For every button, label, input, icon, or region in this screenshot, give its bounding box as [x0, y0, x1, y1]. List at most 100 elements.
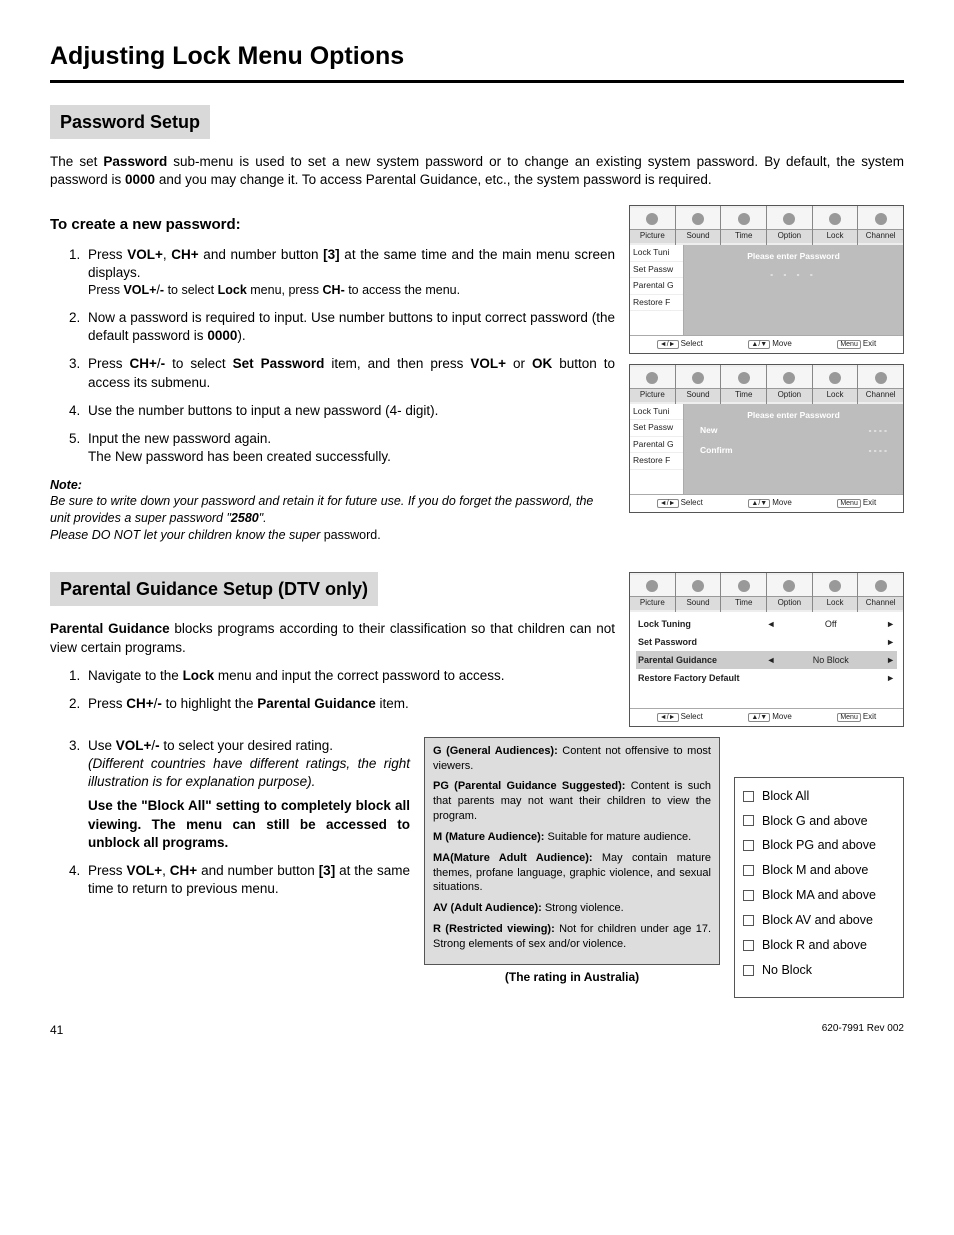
- list-item: Use VOL+/- to select your desired rating…: [84, 737, 410, 852]
- doc-id: 620-7991 Rev 002: [822, 1022, 904, 1038]
- text: Please DO NOT let your children know the…: [50, 528, 324, 542]
- parental-steps: Navigate to the Lock menu and input the …: [50, 667, 615, 713]
- text: ).: [237, 328, 245, 343]
- tv-tab-channel: Channel: [858, 206, 903, 245]
- text: and number button: [199, 247, 324, 262]
- section-password-setup: Password Setup: [50, 105, 210, 139]
- list-item: Press VOL+, CH+ and number button [3] at…: [84, 246, 615, 299]
- tab-icon: [721, 367, 766, 389]
- tab-icon: [721, 208, 766, 230]
- tv-tab-picture: Picture: [630, 365, 676, 404]
- text-bold: VOL+: [123, 283, 156, 297]
- tv-menu-row: Lock Tuning◄Off►: [636, 615, 897, 633]
- tv-tab-option: Option: [767, 206, 813, 245]
- text-bold: 0000: [125, 172, 155, 187]
- key-icon: ◄/►: [657, 499, 679, 508]
- tv-prompt: Please enter Password: [690, 410, 897, 421]
- text: Press: [88, 863, 126, 878]
- parental-intro: Parental Guidance blocks programs accord…: [50, 620, 615, 656]
- tv-sidebar-item: Restore F: [630, 453, 683, 469]
- password-dots: - - - -: [869, 445, 887, 456]
- text-bold: VOL+: [126, 863, 162, 878]
- field-label: New: [700, 425, 717, 436]
- tv-tabs: PictureSoundTimeOptionLockChannel: [630, 206, 903, 245]
- footer-label: Select: [681, 712, 703, 721]
- note-label: Note:: [50, 477, 615, 494]
- text: item.: [376, 696, 409, 711]
- tab-icon: [767, 208, 812, 230]
- text: and you may change it. To access Parenta…: [155, 172, 712, 187]
- footer-label: Select: [681, 339, 703, 348]
- text: to highlight the: [162, 696, 257, 711]
- list-item: Now a password is required to input. Use…: [84, 309, 615, 345]
- tv-tab-time: Time: [721, 573, 767, 612]
- page-footer: 41 620-7991 Rev 002: [50, 1022, 904, 1038]
- list-item: Press CH+/- to select Set Password item,…: [84, 355, 615, 391]
- block-option-label: No Block: [762, 962, 812, 979]
- list-item: Navigate to the Lock menu and input the …: [84, 667, 615, 685]
- text-bold: CH-: [323, 283, 345, 297]
- tv-tab-sound: Sound: [676, 365, 722, 404]
- rating-description: R (Restricted viewing): Not for children…: [433, 922, 711, 952]
- tab-label: Option: [767, 230, 812, 243]
- page-title: Adjusting Lock Menu Options: [50, 40, 904, 74]
- rating-description: MA(Mature Adult Audience): May contain m…: [433, 851, 711, 896]
- tv-tab-channel: Channel: [858, 365, 903, 404]
- tv-sidebar-item: Set Passw: [630, 420, 683, 436]
- text: The New password has been created succes…: [88, 449, 391, 464]
- tv-sidebar-item: Parental G: [630, 437, 683, 453]
- text-bold: OK: [532, 356, 552, 371]
- ratings-caption: (The rating in Australia): [424, 969, 720, 985]
- text: to access the menu.: [345, 283, 460, 297]
- text-bold: 0000: [207, 328, 237, 343]
- block-option-label: Block R and above: [762, 937, 867, 954]
- tv-menu-row: Parental Guidance◄No Block►: [636, 651, 897, 669]
- tv-tab-sound: Sound: [676, 206, 722, 245]
- tab-icon: [676, 575, 721, 597]
- section-parental-guidance: Parental Guidance Setup (DTV only): [50, 572, 378, 606]
- key-icon: Menu: [837, 713, 861, 722]
- footer-label: Exit: [863, 498, 876, 507]
- text-bold: CH+: [171, 247, 198, 262]
- tv-main-panel: Please enter Password New - - - - Confir…: [684, 404, 903, 494]
- tab-label: Picture: [630, 597, 675, 610]
- text-bold: VOL+: [116, 738, 152, 753]
- tab-icon: [858, 575, 903, 597]
- block-option-label: Block G and above: [762, 813, 868, 830]
- checkbox-icon: [743, 965, 754, 976]
- checkbox-icon: [743, 791, 754, 802]
- tv-menu-row: Restore Factory Default►: [636, 669, 897, 687]
- key-icon: ▲/▼: [748, 713, 770, 722]
- tab-label: Sound: [676, 597, 721, 610]
- text: and number button: [197, 863, 319, 878]
- list-item: Press VOL+, CH+ and number button [3] at…: [84, 862, 410, 898]
- list-item: Input the new password again. The New pa…: [84, 430, 615, 466]
- tab-label: Lock: [813, 389, 858, 402]
- block-option-label: Block MA and above: [762, 887, 876, 904]
- checkbox-icon: [743, 915, 754, 926]
- password-dots: - - - -: [690, 269, 897, 280]
- sub-heading-create-password: To create a new password:: [50, 215, 615, 235]
- tab-label: Lock: [813, 230, 858, 243]
- text-bold: Lock: [218, 283, 247, 297]
- tv-tabs: PictureSoundTimeOptionLockChannel: [630, 365, 903, 404]
- text: The set: [50, 154, 103, 169]
- block-option-label: Block PG and above: [762, 837, 876, 854]
- sub-note: Press VOL+/- to select Lock menu, press …: [88, 282, 615, 299]
- text-bold: Password: [103, 154, 167, 169]
- tv-sidebar-item: Set Passw: [630, 262, 683, 278]
- tv-tabs: PictureSoundTimeOptionLockChannel: [630, 573, 903, 612]
- list-item: Use the number buttons to input a new pa…: [84, 402, 615, 420]
- block-option-label: Block All: [762, 788, 809, 805]
- text: Press: [88, 356, 130, 371]
- tv-footer: ◄/►Select ▲/▼Move MenuExit: [630, 708, 903, 726]
- text-bold: Lock: [183, 668, 215, 683]
- text: ,: [162, 863, 170, 878]
- key-icon: ◄/►: [657, 340, 679, 349]
- field-label: Confirm: [700, 445, 733, 456]
- tv-tab-channel: Channel: [858, 573, 903, 612]
- text-bold: Parental Guidance: [257, 696, 376, 711]
- block-option-label: Block M and above: [762, 862, 868, 879]
- tab-icon: [630, 367, 675, 389]
- text: to select: [164, 283, 218, 297]
